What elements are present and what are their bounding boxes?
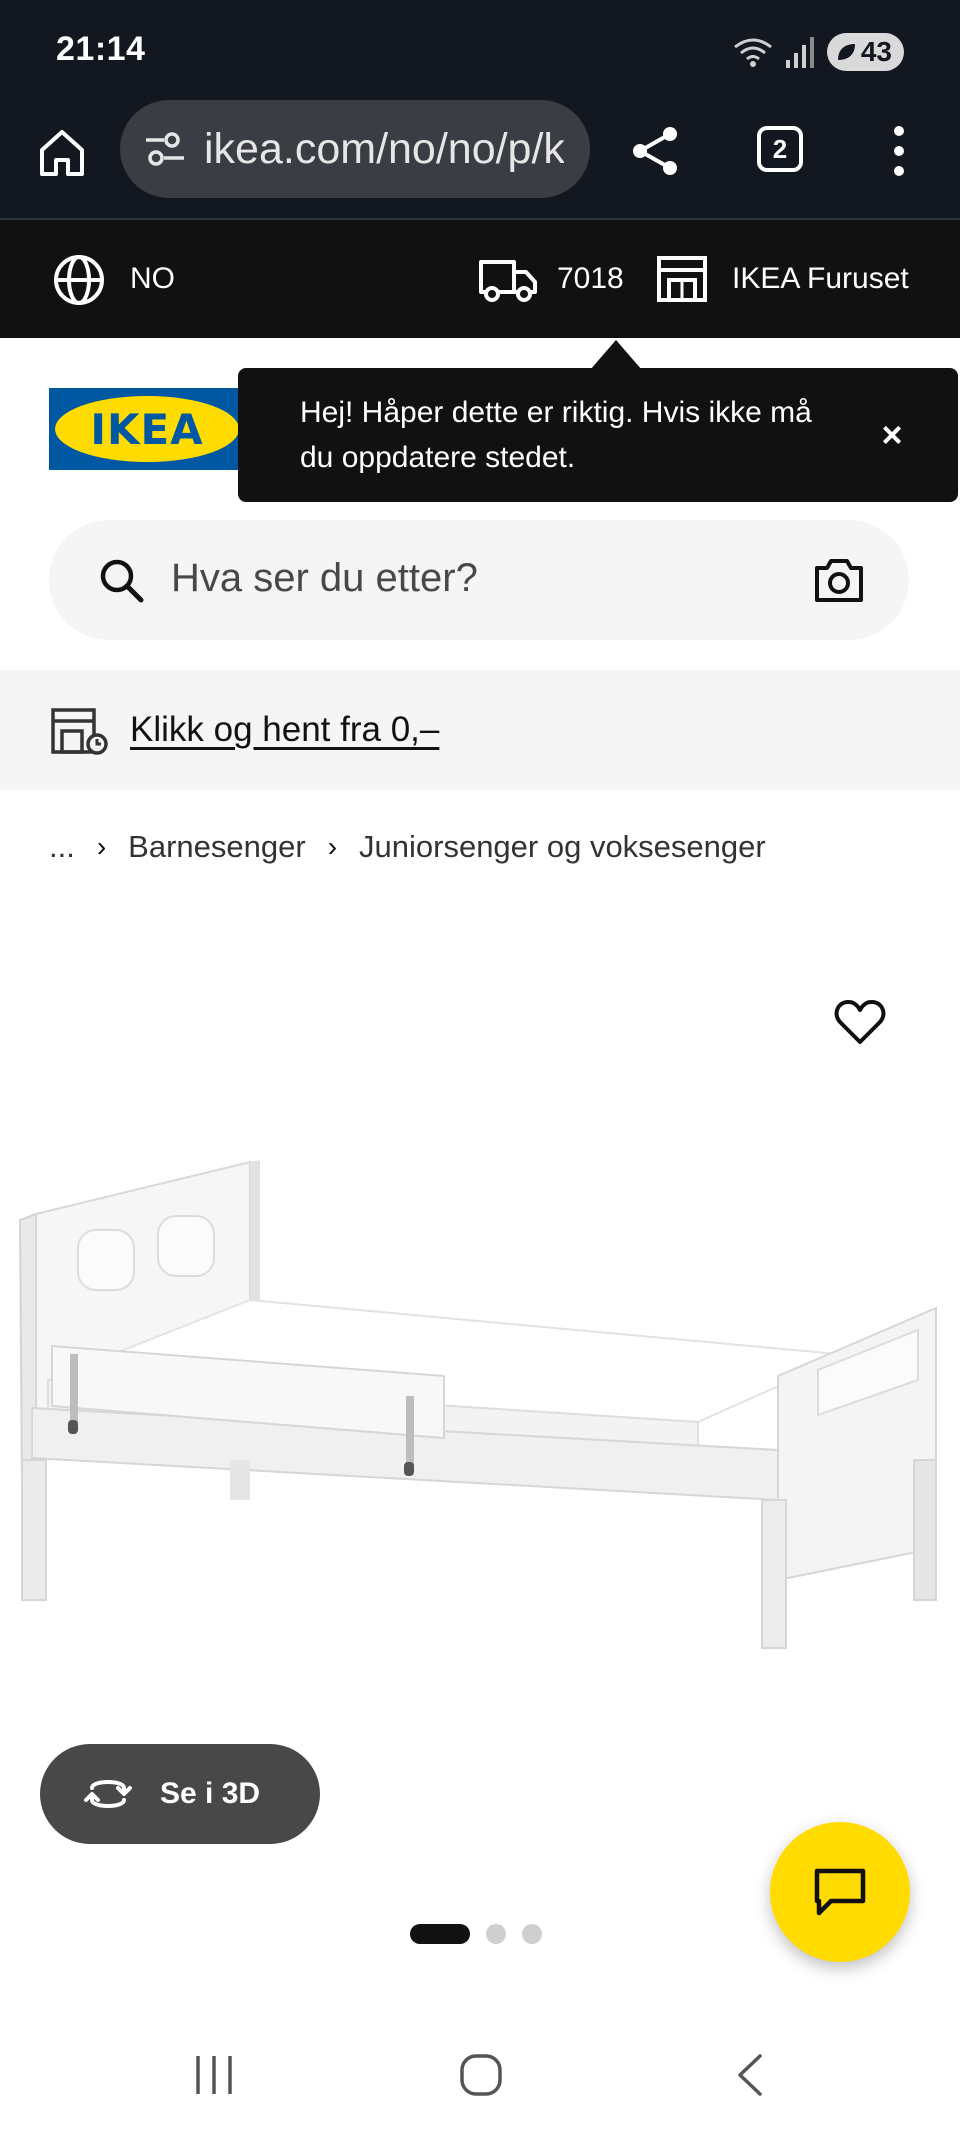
more-icon[interactable]: [884, 122, 914, 180]
wifi-icon: [733, 38, 772, 67]
browser-toolbar: ikea.com/no/no/p/k 2: [0, 100, 960, 220]
breadcrumb: ... › Barnesenger › Juniorsenger og voks…: [49, 822, 766, 872]
store-selector[interactable]: IKEA Furuset: [732, 262, 909, 296]
chat-icon: [814, 1868, 866, 1916]
status-time: 21:14: [56, 30, 146, 68]
battery-indicator: 43: [826, 33, 904, 71]
site-settings-icon[interactable]: [142, 126, 188, 172]
pagination-dot-active[interactable]: [410, 1924, 470, 1944]
tooltip-message: Hej! Håper dette er riktig. Hvis ikke må…: [300, 396, 812, 474]
click-collect-link[interactable]: Klikk og hent fra 0,–: [130, 710, 439, 750]
gallery-pagination: [410, 1924, 542, 1944]
pagination-dot[interactable]: [522, 1924, 542, 1944]
search-placeholder[interactable]: Hva ser du etter?: [171, 556, 478, 601]
status-bar: 21:14 43: [0, 0, 960, 100]
tooltip-arrow: [590, 340, 642, 370]
breadcrumb-item-barnesenger[interactable]: Barnesenger: [128, 829, 306, 865]
tab-switcher-button[interactable]: 2: [757, 126, 803, 172]
breadcrumb-item-juniorsenger[interactable]: Juniorsenger og voksesenger: [359, 829, 766, 865]
search-icon: [100, 559, 144, 603]
ikea-logo[interactable]: IKEA: [49, 388, 245, 470]
logo-text: IKEA: [55, 396, 239, 462]
heart-icon[interactable]: [834, 998, 886, 1046]
url-text[interactable]: ikea.com/no/no/p/k: [204, 125, 564, 174]
back-icon[interactable]: [720, 2050, 780, 2100]
share-icon[interactable]: [626, 122, 684, 180]
system-icons: 43: [733, 30, 904, 74]
pickup-icon: [51, 708, 108, 755]
camera-icon[interactable]: [813, 556, 865, 604]
country-selector[interactable]: NO: [130, 262, 175, 296]
close-icon[interactable]: ×: [872, 414, 912, 455]
click-collect-banner: Klikk og hent fra 0,–: [0, 670, 960, 790]
recents-icon[interactable]: [184, 2050, 244, 2100]
postcode-selector[interactable]: 7018: [557, 262, 624, 296]
address-bar[interactable]: ikea.com/no/no/p/k: [120, 100, 590, 198]
leaf-icon: [837, 44, 855, 60]
location-tooltip: Hej! Håper dette er riktig. Hvis ikke må…: [238, 340, 958, 502]
battery-level: 43: [860, 36, 892, 67]
product-image-bed: [18, 1160, 937, 1649]
home-icon[interactable]: [34, 124, 90, 180]
view-3d-button[interactable]: Se i 3D: [40, 1744, 320, 1844]
search-input[interactable]: Hva ser du etter?: [49, 520, 909, 640]
home-circle-icon[interactable]: [452, 2050, 512, 2100]
globe-icon[interactable]: [52, 253, 106, 307]
rotate-3d-icon: [84, 1780, 132, 1808]
chat-button[interactable]: [770, 1822, 910, 1962]
view-3d-label[interactable]: Se i 3D: [160, 1777, 260, 1811]
breadcrumb-ellipsis[interactable]: ...: [49, 829, 75, 865]
signal-icon: [785, 37, 814, 68]
system-navigation-bar: [0, 2010, 960, 2133]
chevron-right-icon: ›: [96, 831, 107, 862]
chevron-right-icon: ›: [327, 831, 338, 862]
truck-icon[interactable]: [478, 256, 538, 304]
location-bar: NO 7018 IKEA Furuset: [0, 220, 960, 338]
pagination-dot[interactable]: [486, 1924, 506, 1944]
store-icon[interactable]: [656, 254, 708, 304]
